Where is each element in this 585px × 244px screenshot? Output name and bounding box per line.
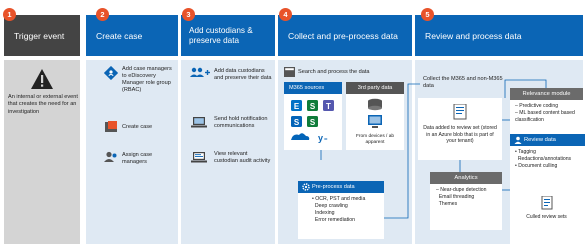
flow-connectors bbox=[384, 79, 547, 219]
ediscovery-workflow-diagram: Trigger event Create case Add custodians… bbox=[0, 0, 585, 244]
